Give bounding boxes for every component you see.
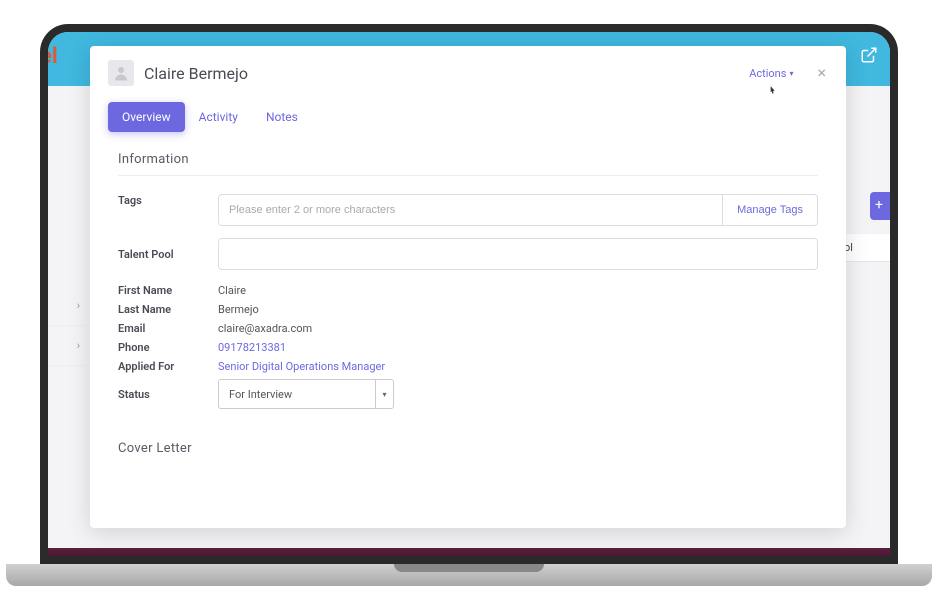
- cursor-pointer-icon: [766, 84, 780, 100]
- info-list: First Name Claire Last Name Bermejo Emai…: [118, 284, 818, 409]
- screen: el + Talent Pool › ›: [48, 32, 890, 556]
- tags-input[interactable]: [218, 194, 722, 226]
- actions-dropdown[interactable]: Actions ▾: [749, 67, 793, 80]
- tags-row: Tags Manage Tags: [118, 194, 818, 226]
- email-row: Email claire@axadra.com: [118, 322, 818, 335]
- tabs: Overview Activity Notes: [90, 96, 846, 140]
- bg-add-button[interactable]: +: [870, 192, 890, 220]
- tab-overview[interactable]: Overview: [108, 102, 185, 132]
- applied-for-label: Applied For: [118, 360, 218, 373]
- manage-tags-button[interactable]: Manage Tags: [722, 194, 818, 226]
- modal-header-right: Actions ▾ ×: [749, 65, 826, 81]
- phone-value[interactable]: 09178213381: [218, 341, 286, 354]
- actions-label: Actions: [749, 67, 786, 80]
- sidebar-chevron[interactable]: ›: [48, 286, 86, 326]
- select-arrow-icon: ▾: [375, 380, 393, 408]
- last-name-value: Bermejo: [218, 303, 259, 316]
- status-row: Status For Interview ▾: [118, 379, 818, 409]
- status-label: Status: [118, 388, 218, 401]
- cover-letter-section-title: Cover Letter: [118, 441, 818, 464]
- first-name-label: First Name: [118, 284, 218, 297]
- applied-for-value[interactable]: Senior Digital Operations Manager: [218, 360, 385, 373]
- phone-row: Phone 09178213381: [118, 341, 818, 354]
- status-select[interactable]: For Interview ▾: [218, 379, 394, 409]
- applicant-detail-modal: Claire Bermejo Actions ▾ × Overview Ac: [90, 46, 846, 528]
- sidebar-chevron[interactable]: ›: [48, 326, 86, 366]
- taskbar: [48, 548, 890, 556]
- tags-input-group: Manage Tags: [218, 194, 818, 226]
- last-name-label: Last Name: [118, 303, 218, 316]
- first-name-value: Claire: [218, 284, 246, 297]
- chevron-down-icon: ▾: [789, 69, 793, 78]
- laptop-base: [6, 564, 932, 586]
- phone-label: Phone: [118, 341, 218, 354]
- modal-title-group: Claire Bermejo: [108, 60, 248, 86]
- modal-body: Information Tags Manage Tags Talent Pool…: [90, 140, 846, 464]
- laptop-frame: el + Talent Pool › ›: [40, 24, 898, 564]
- tab-activity[interactable]: Activity: [185, 102, 252, 132]
- modal-header: Claire Bermejo Actions ▾ ×: [90, 46, 846, 96]
- applicant-name: Claire Bermejo: [144, 64, 248, 83]
- close-icon: ×: [817, 63, 826, 82]
- email-label: Email: [118, 322, 218, 335]
- plus-icon: +: [875, 197, 883, 213]
- last-name-row: Last Name Bermejo: [118, 303, 818, 316]
- applied-for-row: Applied For Senior Digital Operations Ma…: [118, 360, 818, 373]
- close-button[interactable]: ×: [817, 65, 826, 81]
- talent-pool-input[interactable]: [218, 238, 818, 270]
- avatar: [108, 60, 134, 86]
- talent-pool-row: Talent Pool: [118, 238, 818, 270]
- tab-notes[interactable]: Notes: [252, 102, 312, 132]
- information-section-title: Information: [118, 152, 818, 176]
- talent-pool-label: Talent Pool: [118, 248, 218, 261]
- tags-label: Tags: [118, 194, 218, 207]
- status-value: For Interview: [229, 388, 292, 401]
- first-name-row: First Name Claire: [118, 284, 818, 297]
- external-link-icon[interactable]: [860, 46, 878, 64]
- app-logo-fragment: el: [48, 44, 58, 69]
- sidebar-fragment: › ›: [48, 286, 86, 486]
- email-value: claire@axadra.com: [218, 322, 312, 335]
